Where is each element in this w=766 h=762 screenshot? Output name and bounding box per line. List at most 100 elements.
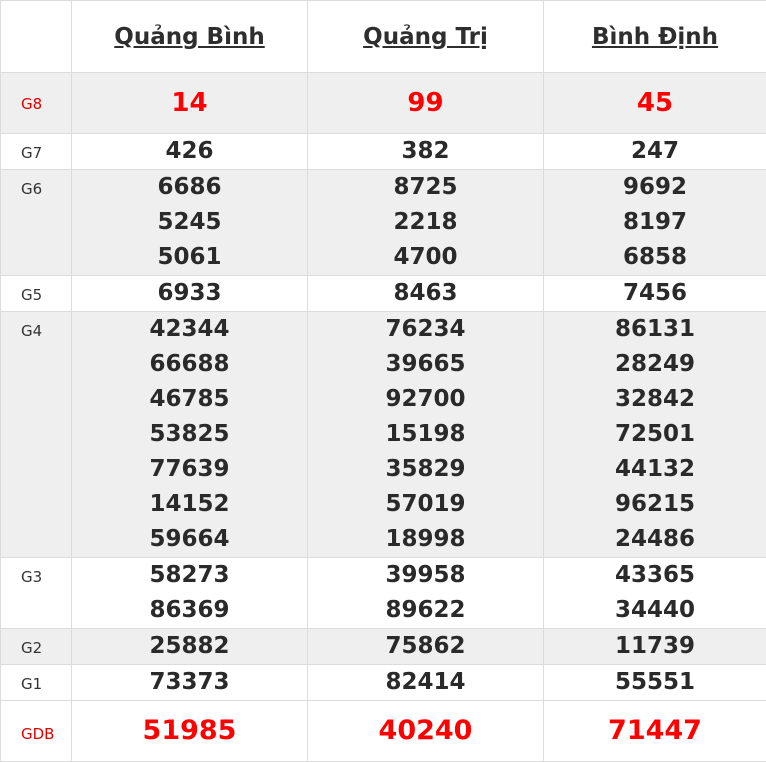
- prize-cell: 73373: [72, 665, 308, 701]
- prize-number: 28249: [544, 347, 766, 382]
- prize-number: 15198: [308, 417, 543, 452]
- header-blank: [1, 1, 72, 73]
- header-quang-binh[interactable]: Quảng Bình: [72, 1, 308, 73]
- prize-cell: 668652455061: [72, 170, 308, 276]
- prize-cell: 40240: [308, 701, 544, 762]
- prize-row-g2: G2258827586211739: [1, 629, 766, 665]
- prize-number: 5061: [72, 240, 307, 275]
- prize-number: 382: [308, 134, 543, 169]
- prize-cell: 82414: [308, 665, 544, 701]
- prize-cell: 3995889622: [308, 558, 544, 629]
- prize-row-g4: G442344666884678553825776391415259664762…: [1, 312, 766, 558]
- prize-number: 4700: [308, 240, 543, 275]
- prize-label: GDB: [1, 701, 72, 762]
- prize-cell: 5827386369: [72, 558, 308, 629]
- prize-label: G6: [1, 170, 72, 276]
- prize-cell: 4336534440: [544, 558, 766, 629]
- prize-label: G4: [1, 312, 72, 558]
- prize-number: 35829: [308, 452, 543, 487]
- prize-row-g3: G3582738636939958896224336534440: [1, 558, 766, 629]
- prize-label: G3: [1, 558, 72, 629]
- header-binh-dinh[interactable]: Bình Định: [544, 1, 766, 73]
- prize-number: 247: [544, 134, 766, 169]
- prize-number: 42344: [72, 312, 307, 347]
- prize-cell: 382: [308, 134, 544, 170]
- prize-number: 14152: [72, 487, 307, 522]
- prize-number: 40240: [308, 701, 543, 761]
- prize-number: 44132: [544, 452, 766, 487]
- prize-cell: 99: [308, 73, 544, 134]
- prize-cell: 76234396659270015198358295701918998: [308, 312, 544, 558]
- prize-number: 8197: [544, 205, 766, 240]
- prize-cell: 11739: [544, 629, 766, 665]
- prize-cell: 42344666884678553825776391415259664: [72, 312, 308, 558]
- prize-number: 6686: [72, 170, 307, 205]
- prize-cell: 6933: [72, 276, 308, 312]
- prize-number: 25882: [72, 629, 307, 664]
- prize-number: 6933: [72, 276, 307, 311]
- prize-cell: 7456: [544, 276, 766, 312]
- header-row: Quảng Bình Quảng Trị Bình Định: [1, 1, 766, 73]
- prize-number: 58273: [72, 558, 307, 593]
- prize-number: 9692: [544, 170, 766, 205]
- prize-number: 71447: [544, 701, 766, 761]
- prize-number: 8725: [308, 170, 543, 205]
- header-quang-tri[interactable]: Quảng Trị: [308, 1, 544, 73]
- prize-label: G8: [1, 73, 72, 134]
- prize-body: G8149945G7426382247G66686524550618725221…: [1, 73, 766, 762]
- prize-number: 77639: [72, 452, 307, 487]
- prize-number: 45: [544, 73, 766, 133]
- prize-number: 46785: [72, 382, 307, 417]
- prize-number: 96215: [544, 487, 766, 522]
- prize-number: 86369: [72, 593, 307, 628]
- prize-number: 99: [308, 73, 543, 133]
- prize-number: 51985: [72, 701, 307, 761]
- prize-number: 8463: [308, 276, 543, 311]
- prize-number: 57019: [308, 487, 543, 522]
- prize-number: 76234: [308, 312, 543, 347]
- prize-number: 73373: [72, 665, 307, 700]
- prize-row-g6: G6668652455061872522184700969281976858: [1, 170, 766, 276]
- prize-number: 14: [72, 73, 307, 133]
- prize-label: G7: [1, 134, 72, 170]
- prize-cell: 8463: [308, 276, 544, 312]
- prize-number: 59664: [72, 522, 307, 557]
- prize-number: 11739: [544, 629, 766, 664]
- prize-number: 39665: [308, 347, 543, 382]
- prize-row-gdb: GDB519854024071447: [1, 701, 766, 762]
- prize-row-g7: G7426382247: [1, 134, 766, 170]
- prize-number: 89622: [308, 593, 543, 628]
- prize-cell: 86131282493284272501441329621524486: [544, 312, 766, 558]
- prize-number: 55551: [544, 665, 766, 700]
- prize-label: G5: [1, 276, 72, 312]
- prize-number: 53825: [72, 417, 307, 452]
- lottery-results-table: Quảng Bình Quảng Trị Bình Định G8149945G…: [0, 0, 766, 762]
- prize-row-g8: G8149945: [1, 73, 766, 134]
- prize-cell: 969281976858: [544, 170, 766, 276]
- prize-label: G1: [1, 665, 72, 701]
- prize-cell: 25882: [72, 629, 308, 665]
- prize-cell: 426: [72, 134, 308, 170]
- prize-number: 426: [72, 134, 307, 169]
- prize-cell: 872522184700: [308, 170, 544, 276]
- prize-cell: 55551: [544, 665, 766, 701]
- prize-cell: 14: [72, 73, 308, 134]
- prize-row-g5: G5693384637456: [1, 276, 766, 312]
- prize-number: 7456: [544, 276, 766, 311]
- prize-cell: 45: [544, 73, 766, 134]
- prize-number: 66688: [72, 347, 307, 382]
- prize-number: 43365: [544, 558, 766, 593]
- prize-number: 39958: [308, 558, 543, 593]
- prize-number: 24486: [544, 522, 766, 557]
- prize-row-g1: G1733738241455551: [1, 665, 766, 701]
- prize-number: 34440: [544, 593, 766, 628]
- prize-number: 92700: [308, 382, 543, 417]
- prize-number: 6858: [544, 240, 766, 275]
- prize-cell: 75862: [308, 629, 544, 665]
- prize-number: 2218: [308, 205, 543, 240]
- prize-number: 82414: [308, 665, 543, 700]
- prize-cell: 247: [544, 134, 766, 170]
- prize-label: G2: [1, 629, 72, 665]
- prize-cell: 51985: [72, 701, 308, 762]
- prize-number: 72501: [544, 417, 766, 452]
